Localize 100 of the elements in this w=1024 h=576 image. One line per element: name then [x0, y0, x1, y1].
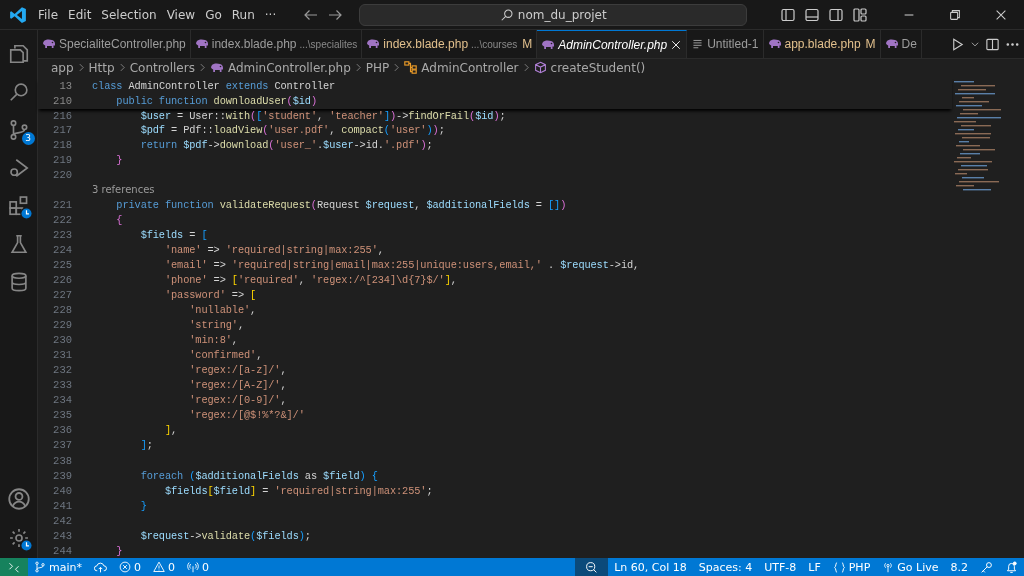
elephant-icon — [42, 39, 56, 49]
editor-tab[interactable]: SpecialiteController.php — [38, 30, 191, 58]
line-number: 240 — [52, 484, 72, 497]
code-line: 'regex:/[@$!%*?&]/' — [188, 409, 305, 422]
bell-icon[interactable] — [1005, 560, 1018, 574]
chevron-right-icon — [521, 63, 531, 72]
breadcrumb-item[interactable]: AdminController.php — [209, 60, 351, 75]
line-number: 224 — [52, 244, 72, 257]
line-number: 225 — [52, 259, 72, 272]
cloud-upload-icon[interactable] — [94, 560, 107, 574]
editor-tab[interactable]: AdminController.php — [537, 30, 688, 58]
editor-tab[interactable]: app.blade.php M — [763, 30, 881, 58]
run-icon[interactable] — [950, 36, 965, 52]
split-layout-icon[interactable] — [828, 6, 844, 23]
restore-icon[interactable] — [948, 7, 962, 22]
menu-item[interactable]: Edit — [63, 4, 97, 25]
chevron-right-icon — [197, 63, 207, 72]
status-item[interactable]: 0 — [113, 558, 147, 576]
references-link[interactable]: 3 references — [92, 184, 155, 196]
code-line: 'regex:/[a-z]/', — [188, 364, 287, 377]
code-line: 'nullable', — [188, 304, 257, 317]
command-search-field[interactable]: nom_du_projet — [359, 3, 748, 26]
code-line: } — [115, 544, 123, 557]
menu-item[interactable]: File — [33, 4, 64, 25]
menu-item[interactable]: Run — [226, 4, 260, 25]
split-editor-icon[interactable] — [985, 36, 1000, 52]
run-debug-icon[interactable] — [7, 157, 30, 179]
menu-item[interactable]: Go — [200, 4, 227, 25]
line-number: 230 — [52, 334, 72, 347]
menu-item[interactable]: View — [161, 4, 201, 25]
code-line: 'confirmed', — [188, 349, 263, 362]
code-line: { — [115, 214, 123, 226]
line-number: 210 — [52, 94, 72, 107]
files-icon[interactable] — [7, 43, 30, 65]
editor-tab[interactable]: Untitled-1 — [687, 30, 764, 58]
line-number: 222 — [52, 214, 72, 226]
line-number: 232 — [52, 364, 72, 377]
extensions-icon[interactable] — [7, 195, 30, 217]
broadcast-icon — [187, 561, 199, 573]
elephant-icon — [366, 39, 381, 49]
line-number: 218 — [52, 138, 72, 151]
code-line: 'regex:/[0-9]/', — [188, 394, 287, 407]
status-item[interactable]: UTF-8 — [758, 558, 803, 576]
line-number: 241 — [52, 499, 72, 512]
warning-icon — [153, 561, 165, 573]
status-item[interactable]: 0 — [147, 558, 181, 576]
editor-tab[interactable]: De — [880, 30, 922, 58]
code-line: $pdf = Pdf::loadView('user.pdf', compact('user')); — [139, 123, 445, 136]
code-line: 'min:8', — [188, 334, 238, 347]
status-item[interactable]: main* — [28, 558, 88, 576]
line-number: 217 — [52, 123, 72, 136]
status-item[interactable]: Go Live — [876, 558, 945, 576]
search-icon[interactable] — [7, 81, 30, 103]
breadcrumb-item[interactable]: Http — [88, 60, 115, 75]
line-number: 244 — [52, 544, 72, 557]
panel-layout-icon[interactable] — [804, 6, 820, 23]
breadcrumb-item[interactable]: PHP — [365, 60, 390, 75]
status-item[interactable]: 8.2 — [944, 558, 974, 576]
app-logo — [9, 5, 27, 24]
elephant-icon — [884, 39, 899, 49]
customize-layout-icon[interactable] — [852, 6, 868, 23]
line-number: 219 — [52, 153, 72, 166]
status-item[interactable]: 0 — [181, 558, 215, 576]
status-item[interactable]: Spaces: 4 — [692, 558, 759, 576]
braces-icon — [832, 560, 846, 574]
sticky-code-line: public function downloadUser($id) — [115, 94, 317, 107]
menu-item[interactable]: Selection — [96, 4, 162, 25]
search-icon — [499, 7, 514, 22]
breadcrumb-item[interactable]: Controllers — [129, 60, 195, 75]
close-icon[interactable] — [670, 38, 683, 51]
breadcrumb-item[interactable]: app — [51, 60, 74, 75]
code-line: $request->validate($fields); — [139, 529, 311, 542]
status-item[interactable]: PHP — [826, 558, 877, 576]
chevron-down-icon[interactable] — [970, 39, 980, 49]
line-number: 226 — [52, 274, 72, 287]
zoom-out-icon[interactable] — [585, 560, 599, 574]
line-number: 237 — [52, 439, 72, 452]
sidebar-layout-icon[interactable] — [780, 6, 796, 23]
account-icon[interactable] — [6, 487, 31, 511]
line-number: 229 — [52, 319, 72, 332]
cube-icon — [533, 61, 547, 74]
code-line: 'phone' => ['required', 'regex:/^[234]\d{7}$/'], — [163, 274, 457, 287]
code-line: $user = User::with(['student', 'teacher'])->findOrFail($id); — [139, 110, 506, 123]
code-line: 'password' => [ — [163, 289, 257, 302]
line-number: 242 — [52, 514, 72, 527]
line-number: 235 — [52, 409, 72, 422]
line-number: 227 — [52, 289, 72, 302]
settings-icon[interactable] — [7, 527, 30, 549]
code-line: $fields = [ — [139, 229, 208, 242]
code-line: ], — [163, 424, 178, 437]
status-item[interactable]: Ln 60, Col 18 — [608, 558, 693, 576]
menu-item[interactable]: ··· — [259, 4, 282, 25]
editor-tab[interactable]: index.blade.php ...\specialites — [190, 30, 363, 58]
breadcrumb-item[interactable]: AdminController — [404, 60, 519, 75]
code-line: } — [115, 153, 123, 166]
key-icon[interactable] — [980, 560, 993, 574]
line-number: 234 — [52, 394, 72, 407]
line-number: 231 — [52, 349, 72, 362]
status-item[interactable]: LF — [802, 558, 827, 576]
breadcrumb-item[interactable]: createStudent() — [533, 60, 646, 75]
